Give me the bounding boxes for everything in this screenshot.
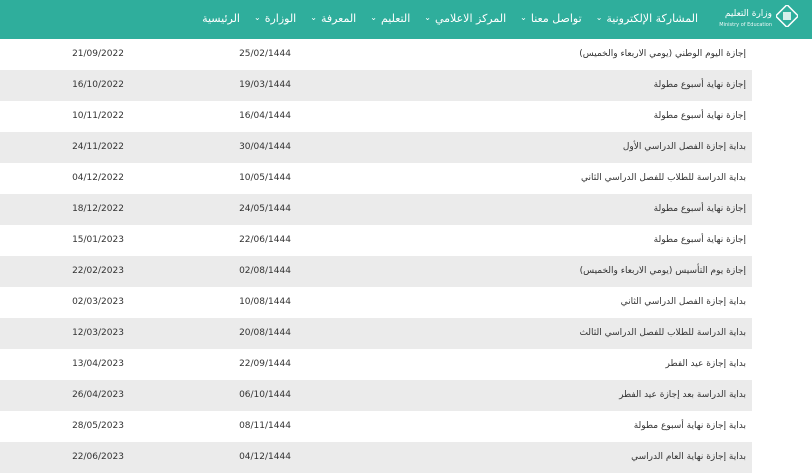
hijri-date: 08/11/1444 — [239, 421, 291, 431]
table-row: بداية إجازة عيد الفطر 22/09/1444 13/04/202… — [0, 349, 752, 380]
gregorian-date: 18/12/2022 — [72, 204, 124, 214]
table-row: بداية الدراسة بعد إجازة عيد الفطر 06/10/1… — [0, 380, 752, 411]
hijri-date: 25/02/1444 — [239, 49, 291, 59]
event-title: إجازة نهاية أسبوع مطولة — [653, 235, 746, 245]
nav-item-label: الوزارة — [264, 11, 297, 25]
event-title: بداية إجازة نهاية العام الدراسي — [631, 452, 746, 462]
hijri-date: 10/05/1444 — [239, 173, 291, 183]
main-nav: الرئيسية الوزارة ⌄ المعرفة ⌄ التعليم ⌄ المركز ا… — [202, 8, 698, 28]
hijri-date: 02/08/1444 — [239, 266, 291, 276]
table-row: إجازة اليوم الوطني (يومي الاربعاء والخمي… — [0, 39, 752, 70]
chevron-down-icon: ⌄ — [253, 13, 261, 22]
table-row: بداية الدراسة للطلاب للفصل الدراسي الثال… — [0, 318, 752, 349]
nav-item-label: المركز الاعلامي — [434, 11, 507, 25]
event-title: إجازة يوم التأسيس (يومي الاربعاء والخميس… — [579, 266, 746, 276]
gregorian-date: 16/10/2022 — [72, 80, 124, 90]
event-title: بداية الدراسة للطلاب للفصل الدراسي الثان… — [581, 173, 746, 183]
nav-item[interactable]: المركز الاعلامي ⌄ — [424, 12, 506, 25]
table-row: بداية إجازة نهاية العام الدراسي 04/12/144… — [0, 442, 752, 473]
hijri-date: 16/04/1444 — [239, 111, 291, 121]
nav-item-label: الرئيسية — [202, 11, 240, 25]
nav-item[interactable]: التعليم ⌄ — [370, 12, 410, 25]
table-row: بداية إجازة نهاية أسبوع مطولة 08/11/1444 2… — [0, 411, 752, 442]
nav-item[interactable]: تواصل معنا ⌄ — [520, 12, 582, 25]
ministry-logo[interactable]: وزارة التعليم Ministry of Education — [719, 3, 798, 33]
event-title: بداية إجازة الفصل الدراسي الأول — [622, 142, 746, 152]
gregorian-date: 28/05/2023 — [72, 421, 124, 431]
nav-item[interactable]: الرئيسية — [202, 12, 240, 25]
logo-text-english: Ministry of Education — [719, 22, 772, 28]
chevron-down-icon: ⌄ — [310, 13, 317, 22]
chevron-down-icon: ⌄ — [370, 13, 377, 22]
hijri-date: 10/08/1444 — [239, 297, 291, 307]
table-row: بداية الدراسة للطلاب للفصل الدراسي الثان… — [0, 163, 752, 194]
gregorian-date: 02/03/2023 — [72, 297, 124, 307]
nav-item[interactable]: المعرفة ⌄ — [310, 12, 356, 25]
nav-item-label: المعرفة — [320, 11, 357, 25]
event-title: إجازة نهاية أسبوع مطولة — [653, 80, 746, 90]
event-title: بداية الدراسة بعد إجازة عيد الفطر — [619, 390, 746, 400]
event-title: بداية الدراسة للطلاب للفصل الدراسي الثال… — [579, 328, 746, 338]
hijri-date: 20/08/1444 — [239, 328, 291, 338]
gregorian-date: 22/02/2023 — [72, 266, 124, 276]
hijri-date: 22/09/1444 — [239, 359, 291, 369]
chevron-down-icon: ⌄ — [424, 13, 431, 22]
event-title: بداية إجازة عيد الفطر — [665, 359, 746, 369]
gregorian-date: 15/01/2023 — [72, 235, 124, 245]
table-row: بداية إجازة الفصل الدراسي الثاني 10/08/14… — [0, 287, 752, 318]
logo-text-arabic: وزارة التعليم — [724, 9, 772, 19]
gregorian-date: 10/11/2022 — [72, 111, 124, 121]
hijri-date: 30/04/1444 — [239, 142, 291, 152]
nav-item[interactable]: المشاركة الإلكترونية ⌄ — [596, 12, 698, 25]
gregorian-date: 12/03/2023 — [72, 328, 124, 338]
gregorian-date: 04/12/2022 — [72, 173, 124, 183]
ministry-emblem-icon — [776, 5, 798, 27]
nav-item-label: المشاركة الإلكترونية — [606, 11, 698, 25]
event-title: إجازة اليوم الوطني (يومي الاربعاء والخمي… — [579, 49, 746, 59]
table-row: إجازة نهاية أسبوع مطولة 22/06/1444 15/01/2… — [0, 225, 752, 256]
event-title: إجازة نهاية أسبوع مطولة — [653, 111, 746, 121]
table-row: إجازة نهاية أسبوع مطولة 19/03/1444 16/10/2… — [0, 70, 752, 101]
gregorian-date: 26/04/2023 — [72, 390, 124, 400]
page-margin — [752, 39, 812, 476]
gregorian-date: 21/09/2022 — [72, 49, 124, 59]
calendar-table: إجازة اليوم الوطني (يومي الاربعاء والخمي… — [0, 39, 752, 473]
event-title: إجازة نهاية أسبوع مطولة — [653, 204, 746, 214]
nav-item-label: تواصل معنا — [530, 11, 582, 25]
hijri-date: 22/06/1444 — [239, 235, 291, 245]
hijri-date: 19/03/1444 — [239, 80, 291, 90]
gregorian-date: 13/04/2023 — [72, 359, 124, 369]
top-navigation-bar: وزارة التعليم Ministry of Education الرئ… — [0, 0, 812, 39]
hijri-date: 04/12/1444 — [239, 452, 291, 462]
nav-item[interactable]: الوزارة ⌄ — [254, 12, 296, 25]
gregorian-date: 22/06/2023 — [72, 452, 124, 462]
gregorian-date: 24/11/2022 — [72, 142, 124, 152]
table-row: إجازة يوم التأسيس (يومي الاربعاء والخميس… — [0, 256, 752, 287]
hijri-date: 06/10/1444 — [239, 390, 291, 400]
table-row: إجازة نهاية أسبوع مطولة 16/04/1444 10/11/2… — [0, 101, 752, 132]
hijri-date: 24/05/1444 — [239, 204, 291, 214]
chevron-down-icon: ⌄ — [595, 13, 603, 22]
table-row: بداية إجازة الفصل الدراسي الأول 30/04/144… — [0, 132, 752, 163]
chevron-down-icon: ⌄ — [520, 13, 527, 22]
table-row: إجازة نهاية أسبوع مطولة 24/05/1444 18/12/2… — [0, 194, 752, 225]
event-title: بداية إجازة الفصل الدراسي الثاني — [620, 297, 746, 307]
nav-item-label: التعليم — [380, 11, 411, 25]
event-title: بداية إجازة نهاية أسبوع مطولة — [633, 421, 746, 431]
